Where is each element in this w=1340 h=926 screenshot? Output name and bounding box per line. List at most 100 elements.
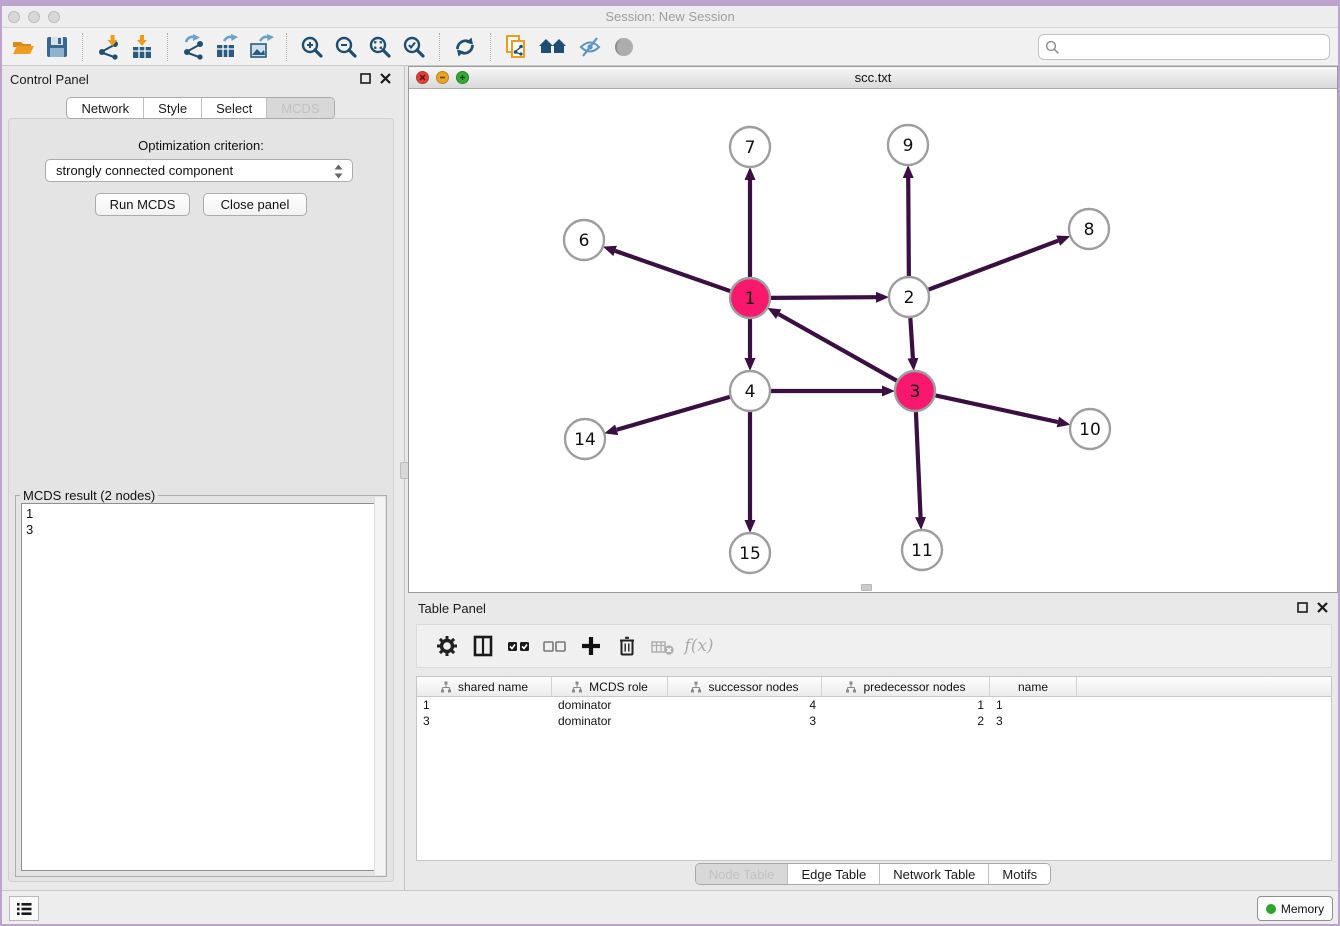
column-header-label: name — [1018, 680, 1048, 694]
task-list-icon — [16, 902, 32, 916]
open-session-button[interactable] — [6, 31, 40, 63]
edge-2-8[interactable] — [929, 241, 1058, 290]
export-network-button[interactable] — [176, 31, 210, 63]
edge-1-2[interactable] — [771, 297, 876, 298]
zoom-selected-icon — [401, 34, 427, 60]
float-table-panel-icon[interactable] — [1297, 602, 1308, 613]
toolbar-separator — [286, 33, 287, 61]
column-header-mcds-role[interactable]: MCDS role — [552, 677, 668, 696]
hierarchy-icon — [571, 681, 583, 693]
table-tab-motifs[interactable]: Motifs — [989, 864, 1050, 884]
node-8[interactable]: 8 — [1069, 209, 1109, 249]
table-cell[interactable]: 1 — [990, 697, 1077, 713]
edge-2-9[interactable] — [908, 178, 909, 276]
table-cell[interactable]: 1 — [822, 697, 990, 713]
node-9[interactable]: 9 — [888, 125, 928, 165]
first-neighbors-button[interactable] — [533, 31, 573, 63]
status-bar: Memory — [0, 890, 1340, 924]
table-cell[interactable]: 4 — [668, 697, 822, 713]
import-table-button[interactable] — [125, 31, 159, 63]
tab-network[interactable]: Network — [67, 98, 144, 118]
table-tab-node-table[interactable]: Node Table — [696, 864, 789, 884]
table-cell[interactable]: 3 — [417, 713, 552, 729]
show-all-button[interactable] — [607, 31, 641, 63]
edge-3-10[interactable] — [936, 395, 1058, 422]
create-column-button[interactable] — [573, 628, 609, 664]
import-network-button[interactable] — [91, 31, 125, 63]
node-7[interactable]: 7 — [730, 127, 770, 167]
table-cell[interactable]: 3 — [990, 713, 1077, 729]
column-header-name[interactable]: name — [990, 677, 1077, 696]
edge-4-14[interactable] — [617, 397, 730, 430]
show-column-button[interactable] — [465, 628, 501, 664]
export-image-icon — [248, 34, 274, 60]
zoom-fit-button[interactable] — [363, 31, 397, 63]
canvas-resize-handle[interactable] — [861, 584, 872, 591]
export-image-button[interactable] — [244, 31, 278, 63]
search-input[interactable] — [1038, 34, 1330, 60]
node-table: shared nameMCDS rolesuccessor nodesprede… — [416, 676, 1332, 861]
node-2[interactable]: 2 — [889, 277, 929, 317]
node-14[interactable]: 14 — [565, 419, 605, 459]
hide-selected-button[interactable] — [573, 31, 607, 63]
column-header-successor-nodes[interactable]: successor nodes — [668, 677, 822, 696]
table-options-button[interactable] — [429, 628, 465, 664]
network-canvas[interactable]: 7 9 6 8 1 2 4 3 14 10 15 11 — [409, 89, 1337, 592]
node-4[interactable]: 4 — [730, 371, 770, 411]
table-row[interactable]: 1dominator411 — [417, 697, 1331, 713]
network-title: scc.txt — [409, 70, 1337, 85]
zoom-in-button[interactable] — [295, 31, 329, 63]
node-label: 11 — [911, 541, 933, 561]
task-history-button[interactable] — [9, 896, 39, 921]
zoom-out-button[interactable] — [329, 31, 363, 63]
node-11[interactable]: 11 — [902, 530, 942, 570]
edge-1-6[interactable] — [615, 251, 730, 291]
criterion-select[interactable]: strongly connected component — [45, 159, 353, 182]
tab-mcds[interactable]: MCDS — [267, 98, 333, 118]
table-cell[interactable]: dominator — [552, 713, 668, 729]
export-network-icon — [180, 34, 206, 60]
trash-icon — [615, 634, 639, 658]
export-table-icon — [214, 34, 240, 60]
float-panel-icon[interactable] — [360, 73, 371, 84]
table-row[interactable]: 3dominator323 — [417, 713, 1331, 729]
close-panel-icon[interactable] — [380, 73, 391, 84]
close-table-panel-icon[interactable] — [1317, 602, 1328, 613]
node-6[interactable]: 6 — [564, 220, 604, 260]
node-label: 3 — [910, 382, 921, 402]
duplicate-network-button[interactable] — [499, 31, 533, 63]
node-10[interactable]: 10 — [1070, 409, 1110, 449]
save-session-button[interactable] — [40, 31, 74, 63]
edge-2-3[interactable] — [910, 318, 913, 358]
panel-divider[interactable] — [401, 66, 408, 890]
node-1[interactable]: 1 — [730, 278, 770, 318]
refresh-layout-button[interactable] — [448, 31, 482, 63]
table-cell[interactable]: 2 — [822, 713, 990, 729]
column-header-predecessor-nodes[interactable]: predecessor nodes — [822, 677, 990, 696]
run-mcds-button[interactable]: Run MCDS — [95, 193, 190, 216]
zoom-selected-button[interactable] — [397, 31, 431, 63]
memory-button[interactable]: Memory — [1257, 896, 1333, 921]
table-tab-network-table[interactable]: Network Table — [880, 864, 989, 884]
tab-select[interactable]: Select — [202, 98, 267, 118]
close-panel-button[interactable]: Close panel — [203, 193, 307, 216]
column-header-shared-name[interactable]: shared name — [417, 677, 552, 696]
export-table-button[interactable] — [210, 31, 244, 63]
node-3[interactable]: 3 — [895, 371, 935, 411]
table-tab-edge-table[interactable]: Edge Table — [788, 864, 880, 884]
node-15[interactable]: 15 — [730, 533, 770, 573]
homes-icon — [537, 34, 569, 60]
edge-3-11[interactable] — [916, 412, 921, 517]
deselect-all-button[interactable] — [537, 628, 573, 664]
delete-column-button[interactable] — [609, 628, 645, 664]
memory-status-icon — [1266, 904, 1276, 914]
table-cell[interactable]: 3 — [668, 713, 822, 729]
mcds-result-scrollbar[interactable] — [374, 497, 385, 875]
mcds-result-text[interactable]: 1 3 — [21, 503, 381, 871]
select-all-button[interactable] — [501, 628, 537, 664]
table-cell[interactable]: dominator — [552, 697, 668, 713]
table-cell[interactable]: 1 — [417, 697, 552, 713]
hierarchy-icon — [690, 681, 702, 693]
tab-style[interactable]: Style — [144, 98, 202, 118]
edge-3-1[interactable] — [779, 314, 897, 380]
